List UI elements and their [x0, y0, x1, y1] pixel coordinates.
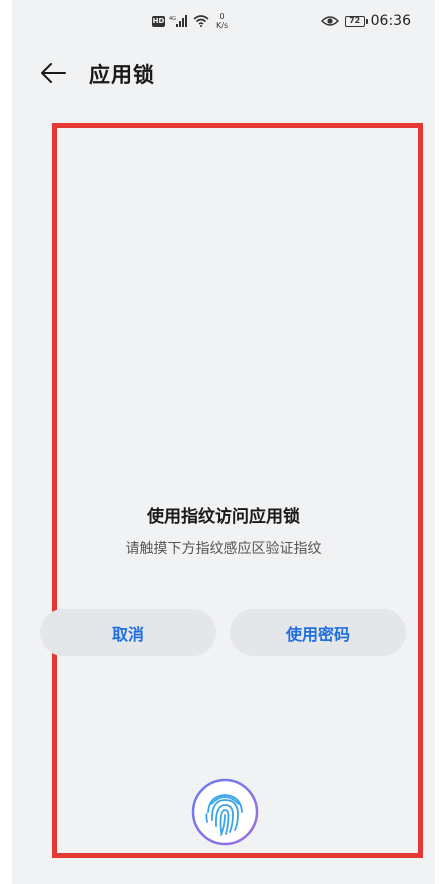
svg-text:4G: 4G — [169, 16, 176, 22]
dialog-subtitle: 请触摸下方指纹感应区验证指纹 — [125, 541, 322, 557]
battery-icon: 72 — [344, 15, 368, 27]
back-arrow-icon[interactable] — [38, 58, 68, 88]
status-left: HD 4G 0 K/s — [152, 10, 228, 32]
status-bar: HD 4G 0 K/s 72 06:36 — [0, 0, 447, 44]
network-speed-unit: K/s — [216, 21, 229, 30]
right-edge — [435, 0, 447, 884]
highlight-frame — [52, 123, 423, 858]
left-edge — [0, 0, 12, 884]
battery-level: 72 — [349, 15, 361, 25]
network-speed: 0 K/s — [216, 12, 228, 30]
fingerprint-icon[interactable] — [191, 778, 259, 846]
eye-icon — [320, 16, 339, 26]
dialog-title: 使用指纹访问应用锁 — [147, 507, 300, 527]
signal-icon: 4G — [169, 15, 187, 27]
use-password-button[interactable]: 使用密码 — [230, 609, 406, 656]
cancel-button[interactable]: 取消 — [40, 609, 216, 656]
wifi-icon — [193, 15, 209, 27]
status-right: 72 06:36 — [320, 11, 411, 31]
page-title: 应用锁 — [89, 63, 155, 87]
network-speed-value: 0 — [219, 12, 225, 21]
clock: 06:36 — [370, 13, 411, 29]
hd-icon: HD — [152, 15, 165, 27]
